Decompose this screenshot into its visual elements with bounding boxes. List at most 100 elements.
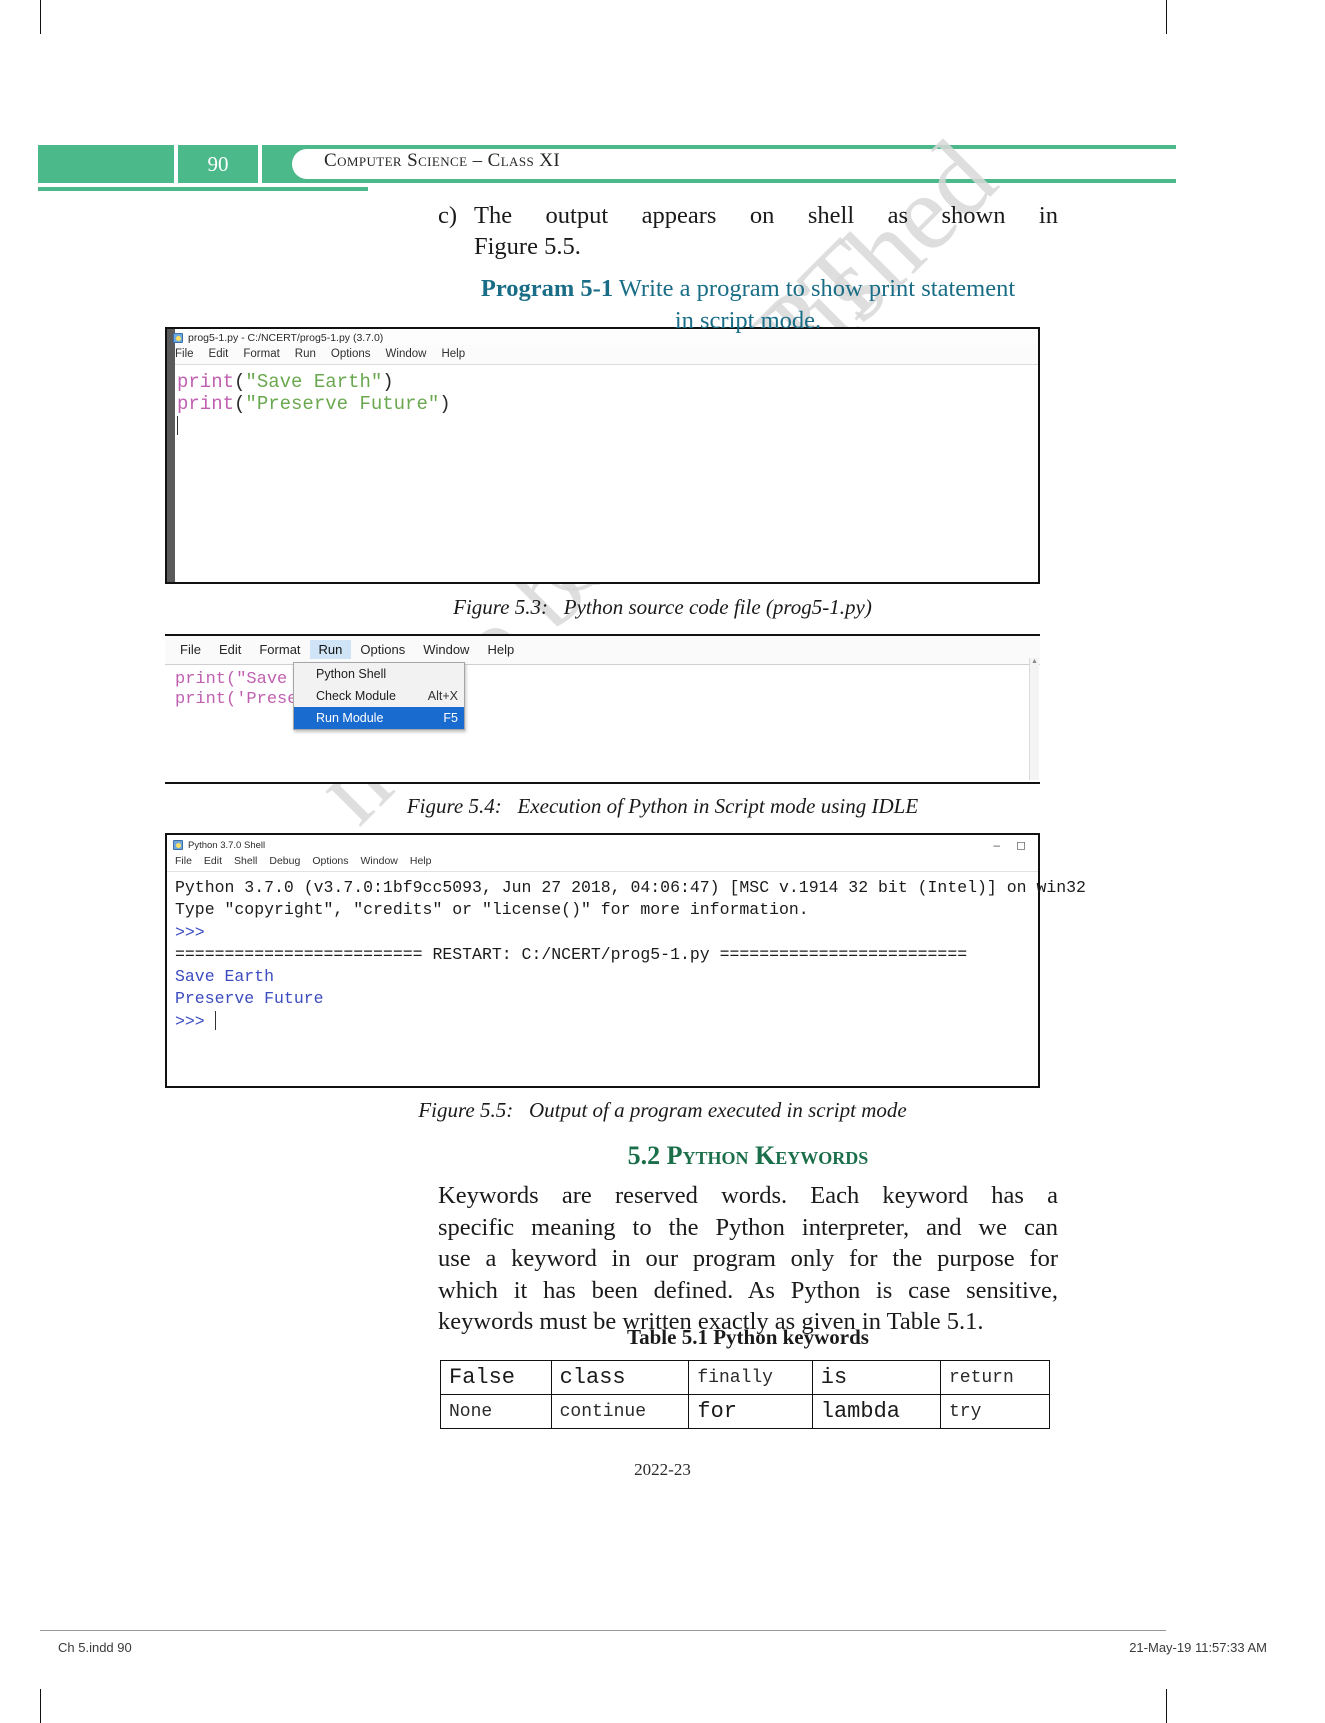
menu-item-file[interactable]: File [175,348,194,360]
figure-5-5-caption: Figure 5.5: Output of a program executed… [0,1098,1325,1123]
keyword-cell: None [440,1394,552,1429]
shell-line-3-prompt: >>> [175,922,205,942]
run-dropdown-menu[interactable]: Python Shell Check Module Alt+X Run Modu… [293,662,465,730]
header-bar-left [38,145,174,183]
menu-item-help[interactable]: Help [441,348,465,360]
dropdown-label-python-shell: Python Shell [316,667,387,681]
f54-menu-item-window[interactable]: Window [414,640,478,659]
figure-5-4-run-menu: File Edit Format Run Options Window Help… [165,634,1040,784]
list-marker-c: c) [438,202,458,229]
f54-menu-item-format[interactable]: Format [250,640,309,659]
dropdown-shortcut-check-module: Alt+X [427,689,458,703]
program-text-line-2: in script mode. [674,306,822,334]
section-title: Python Keywords [666,1141,869,1170]
editor-window-title: prog5-1.py - C:/NCERT/prog5-1.py (3.7.0) [188,332,384,344]
figure-5-4-frame: File Edit Format Run Options Window Help… [165,634,1040,784]
page-number: 90 [207,151,229,176]
section-number: 5.2 [627,1141,661,1170]
dropdown-label-run-module: Run Module [316,711,384,725]
figure-5-5-caption-text: Output of a program executed in script m… [528,1098,907,1122]
figure-5-4-caption-text: Execution of Python in Script mode using… [517,794,919,818]
keyword-cell: return [939,1360,1051,1395]
text-caret [177,416,178,436]
dropdown-label-check-module: Check Module [316,689,396,703]
f54-menu-item-edit[interactable]: Edit [210,640,250,659]
maximize-icon[interactable]: ◻ [1016,838,1026,852]
code-1-close: ) [382,371,394,393]
shell-window-title: Python 3.7.0 Shell [188,839,266,851]
menu-bar-with-run-open: File Edit Format Run Options Window Help [165,636,1040,665]
menu-item-run[interactable]: Run [295,348,316,360]
shell-menu-item-options[interactable]: Options [312,855,348,867]
list-item-c: c) The output appears on shell as shown … [438,200,1058,263]
shell-menu-item-shell[interactable]: Shell [234,855,257,867]
section-paragraph: Keywords are reserved words. Each keywor… [438,1180,1058,1338]
keyword-cell: finally [688,1360,813,1395]
keyword-cell: for [688,1394,813,1429]
shell-line-1: Python 3.7.0 (v3.7.0:1bf9cc5093, Jun 27 … [175,878,1086,897]
shell-output-area[interactable]: Python 3.7.0 (v3.7.0:1bf9cc5093, Jun 27 … [167,872,1086,1033]
minimize-icon[interactable]: – [993,838,1000,852]
body-content: c) The output appears on shell as shown … [438,200,1058,336]
header-title: Computer Science – Class XI [324,150,561,171]
figure-5-4-caption-number: Figure 5.4: [406,794,502,818]
program-text-line-1: Write a program to show print statement [618,274,1016,302]
paragraph-line-1: Keywords are reserved words. Each keywor… [438,1182,1058,1209]
program-heading: Program 5-1 Write a program to show prin… [438,273,1058,337]
f54-menu-item-help[interactable]: Help [478,640,523,659]
f54-menu-item-file[interactable]: File [171,640,210,659]
editor-left-gutter [167,329,175,582]
shell-menu-item-help[interactable]: Help [410,855,432,867]
menu-item-format[interactable]: Format [243,348,279,360]
running-header: 90 Computer Science – Class XI [38,145,1192,195]
paragraph-line-4: which it has been defined. As Python is … [438,1276,1058,1304]
python-keywords-table: False class finally is return None conti… [440,1360,1051,1429]
table-row: False class finally is return [440,1360,1051,1395]
shell-menu-item-debug[interactable]: Debug [269,855,300,867]
figure-5-3-caption-number: Figure 5.3: [453,595,548,619]
header-bar-right: Computer Science – Class XI [262,145,1192,183]
program-label: Program 5-1 [480,274,614,302]
editor-code-area[interactable]: print("Save Earth") print("Preserve Futu… [167,365,1038,437]
shell-line-6-output: Preserve Future [175,989,324,1009]
keyword-cell: continue [550,1394,690,1429]
menu-item-window[interactable]: Window [386,348,427,360]
code-1-open: ( [234,371,246,393]
code-2-open: ( [234,393,246,416]
f54-menu-item-run[interactable]: Run [309,640,352,659]
figure-5-3-caption-text: Python source code file (prog5-1.py) [563,595,872,619]
crop-mark-bottom-right [1166,1689,1167,1723]
shell-line-5-output: Save Earth [175,967,275,987]
shell-caret [214,1010,216,1030]
code-2-string: "Preserve Future" [245,393,440,416]
keyword-cell: lambda [811,1394,941,1429]
dropdown-item-run-module[interactable]: Run Module F5 [294,707,464,729]
dropdown-item-python-shell[interactable]: Python Shell [294,663,464,685]
shell-menu-item-window[interactable]: Window [361,855,398,867]
f54-menu-item-options[interactable]: Options [351,640,414,659]
shell-line-2: Type "copyright", "credits" or "license(… [175,900,809,920]
menu-item-edit[interactable]: Edit [209,348,229,360]
footer-left-text: Ch 5.indd 90 [58,1640,132,1655]
figure-5-4-caption: Figure 5.4: Execution of Python in Scrip… [0,794,1325,819]
shell-menu-item-edit[interactable]: Edit [204,855,222,867]
python-idle-icon [173,333,183,343]
vertical-scrollbar[interactable] [1029,657,1039,780]
keyword-cell: try [939,1394,1051,1429]
crop-mark-bottom-left [40,1689,41,1723]
shell-menu-item-file[interactable]: File [175,855,192,867]
list-item-c-text: The output appears on shell as shown in … [474,200,1058,263]
menu-item-options[interactable]: Options [331,348,371,360]
table-row: None continue for lambda try [440,1394,1051,1429]
shell-line-4-restart: ========================= RESTART: C:/NC… [175,944,968,964]
list-item-c-line-1: The output appears on shell as shown in [474,202,1058,229]
figure-5-5-python-shell: Python 3.7.0 Shell – ◻ File Edit Shell D… [165,833,1086,1088]
footer-right-text: 21-May-19 11:57:33 AM [1129,1640,1267,1655]
crop-mark-top-left [40,0,41,34]
paragraph-line-3: use a keyword in our program only for th… [438,1245,1058,1273]
shell-menu-bar: File Edit Shell Debug Options Window Hel… [167,853,1038,872]
f54-code-line-1: print("Save [175,670,288,689]
dropdown-item-check-module[interactable]: Check Module Alt+X [294,685,464,707]
window-controls: – ◻ [993,838,1032,852]
crop-mark-top-right [1166,0,1167,34]
